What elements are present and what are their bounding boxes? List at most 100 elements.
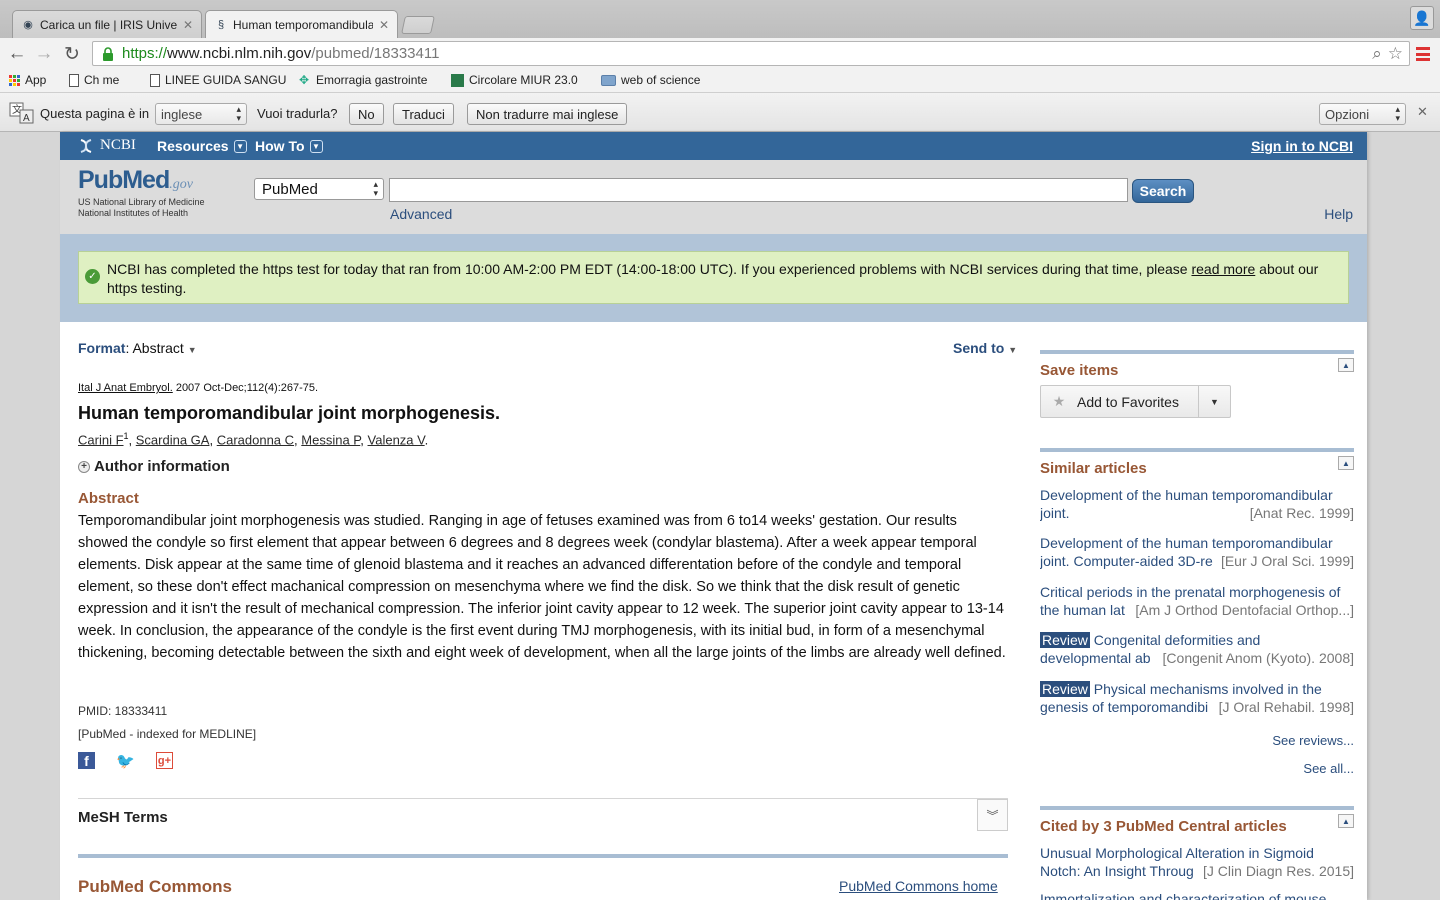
similar-article[interactable]: Review Congenital deformities and develo… xyxy=(1040,631,1354,667)
globe-icon: ◉ xyxy=(23,19,33,31)
similar-title: Critical periods in the prenatal morphog… xyxy=(1040,584,1341,600)
review-badge: Review xyxy=(1040,681,1090,697)
translate-button[interactable]: Traduci xyxy=(393,103,454,125)
search-input[interactable] xyxy=(389,178,1128,202)
ncbi-helix-icon xyxy=(80,138,92,153)
cited-article[interactable]: Immortalization and characterization of … xyxy=(1040,890,1354,900)
read-more-link[interactable]: read more xyxy=(1191,261,1255,277)
similar-article[interactable]: Development of the human temporomandibul… xyxy=(1040,486,1354,522)
see-reviews-link[interactable]: See reviews... xyxy=(1272,733,1354,748)
favorites-dropdown-icon[interactable]: ▼ xyxy=(1198,386,1230,417)
sign-in-link[interactable]: Sign in to NCBI xyxy=(1251,138,1353,154)
translate-bar: 文A Questa pagina è in inglese ▴ ▾ Vuoi tr… xyxy=(0,92,1440,132)
chrome-menu-icon[interactable] xyxy=(1416,47,1430,61)
author-link[interactable]: Messina P xyxy=(301,432,360,447)
similar-title-cont: developmental ab xyxy=(1040,650,1151,666)
svg-text:A: A xyxy=(23,113,30,124)
bookmark-label: web of science xyxy=(621,73,701,87)
close-icon[interactable]: ✕ xyxy=(379,18,389,32)
author-link[interactable]: Scardina GA xyxy=(136,432,210,447)
bookmark-emorragia[interactable]: ✥ Emorragia gastrointe xyxy=(299,73,437,87)
chevron-down-icon: ▼ xyxy=(233,139,247,153)
save-items-portlet: Save items ▲ ★ Add to Favorites ▼ xyxy=(1040,350,1354,420)
journal-link[interactable]: Ital J Anat Embryol. xyxy=(78,382,173,394)
bookmark-linee-guida[interactable]: LINEE GUIDA SANGUI xyxy=(150,73,286,87)
language-select-wrap: inglese ▴ ▾ xyxy=(155,103,247,125)
bookmark-label: Circolare MIUR 23.0 xyxy=(469,73,578,87)
back-arrow-icon[interactable]: ← xyxy=(5,42,29,66)
never-translate-button[interactable]: Non tradurre mai inglese xyxy=(467,103,628,125)
address-bar[interactable]: https:// www.ncbi.nlm.nih.gov /pubmed/18… xyxy=(92,41,1410,66)
see-all-link[interactable]: See all... xyxy=(1303,761,1354,776)
profile-icon[interactable]: 👤 xyxy=(1410,6,1434,30)
format-value: Abstract xyxy=(132,340,184,356)
search-button[interactable]: Search xyxy=(1132,179,1194,203)
page-icon xyxy=(150,73,160,87)
close-translate-icon[interactable]: ✕ xyxy=(1417,104,1428,120)
checkmark-icon: ✓ xyxy=(85,269,100,284)
reload-icon[interactable]: ↻ xyxy=(60,42,84,66)
database-select[interactable]: PubMed ▴ ▾ xyxy=(254,178,384,200)
pubmed-logo[interactable]: PubMed.gov US National Library of Medici… xyxy=(78,166,205,219)
twitter-icon[interactable]: 🐦 xyxy=(116,752,135,770)
ncbi-logo[interactable]: NCBI xyxy=(78,137,136,154)
similar-article[interactable]: Review Physical mechanisms involved in t… xyxy=(1040,680,1354,716)
help-link[interactable]: Help xyxy=(1324,206,1353,222)
bookmark-web-of-science[interactable]: web of science xyxy=(601,73,700,87)
collapse-icon[interactable]: ▲ xyxy=(1338,456,1354,470)
send-to-menu[interactable]: Send to ▼ xyxy=(953,340,1017,356)
add-to-favorites-button[interactable]: ★ Add to Favorites ▼ xyxy=(1040,385,1231,418)
cited-title: Unusual Morphological Alteration in Sigm… xyxy=(1040,845,1314,861)
author-link[interactable]: Caradonna C xyxy=(217,432,294,447)
advanced-search-link[interactable]: Advanced xyxy=(390,206,452,222)
folder-icon xyxy=(601,74,616,86)
resources-menu[interactable]: Resources ▼ xyxy=(157,138,247,154)
author-information-toggle[interactable]: + Author information xyxy=(78,458,230,475)
similar-article[interactable]: Development of the human temporomandibul… xyxy=(1040,534,1354,570)
zoom-icon[interactable]: ⌕ xyxy=(1372,44,1382,64)
forward-arrow-icon[interactable]: → xyxy=(32,42,56,66)
bookmark-circolare[interactable]: Circolare MIUR 23.0 xyxy=(451,73,585,87)
language-select[interactable]: inglese ▴ ▾ xyxy=(155,103,247,125)
author-link[interactable]: Carini F xyxy=(78,432,124,447)
cited-article[interactable]: Unusual Morphological Alteration in Sigm… xyxy=(1040,844,1354,880)
cited-by-portlet: Cited by 3 PubMed Central articles ▲ Unu… xyxy=(1040,806,1354,900)
similar-source: [Am J Orthod Dentofacial Orthop...] xyxy=(1135,602,1354,618)
new-tab-button[interactable] xyxy=(401,16,435,34)
translate-prompt: Questa pagina è in xyxy=(40,106,150,121)
similar-article[interactable]: Critical periods in the prenatal morphog… xyxy=(1040,583,1354,619)
tab-iris[interactable]: ◉ Carica un file | IRIS Univers ✕ xyxy=(12,10,202,38)
resources-label: Resources xyxy=(157,138,229,154)
url-scheme: https:// xyxy=(122,45,168,62)
bookmark-star-icon[interactable]: ☆ xyxy=(1388,44,1403,64)
expand-double-chevron-icon[interactable]: ︾ xyxy=(977,799,1008,831)
add-to-favorites-label: Add to Favorites xyxy=(1077,393,1179,410)
pubmed-commons-home-link[interactable]: PubMed Commons home xyxy=(839,878,998,894)
similar-source: [J Oral Rehabil. 1998] xyxy=(1218,699,1354,715)
author-information-label: Author information xyxy=(94,458,230,475)
pubmed-logo-text: PubMed xyxy=(78,166,170,194)
bookmark-apps[interactable]: App xyxy=(9,73,46,87)
options-select[interactable]: Opzioni ▴ ▾ xyxy=(1319,103,1406,125)
author-link[interactable]: Valenza V xyxy=(368,432,425,447)
tab-strip: ◉ Carica un file | IRIS Univers ✕ § Huma… xyxy=(0,0,1440,38)
format-menu[interactable]: Format: Abstract ▼ xyxy=(78,340,197,356)
share-buttons: f 🐦 g+ xyxy=(78,752,173,770)
site-icon xyxy=(451,73,464,87)
collapse-icon[interactable]: ▲ xyxy=(1338,358,1354,372)
tab-pubmed[interactable]: § Human temporomandibula ✕ xyxy=(205,10,398,38)
translate-button-wrap: Traduci xyxy=(393,103,454,125)
options-label: Opzioni xyxy=(1325,106,1370,122)
close-icon[interactable]: ✕ xyxy=(183,18,193,32)
howto-menu[interactable]: How To ▼ xyxy=(255,138,323,154)
review-badge: Review xyxy=(1040,632,1090,648)
database-value: PubMed xyxy=(262,180,318,198)
collapse-icon[interactable]: ▲ xyxy=(1338,814,1354,828)
no-button[interactable]: No xyxy=(349,103,384,125)
bookmark-chrome[interactable]: Ch me xyxy=(69,73,134,87)
google-plus-icon[interactable]: g+ xyxy=(156,752,173,769)
bookmark-label: LINEE GUIDA SANGUI xyxy=(165,73,286,87)
no-button-wrap: No xyxy=(349,103,384,125)
language-value: inglese xyxy=(161,106,203,122)
facebook-icon[interactable]: f xyxy=(78,752,95,769)
